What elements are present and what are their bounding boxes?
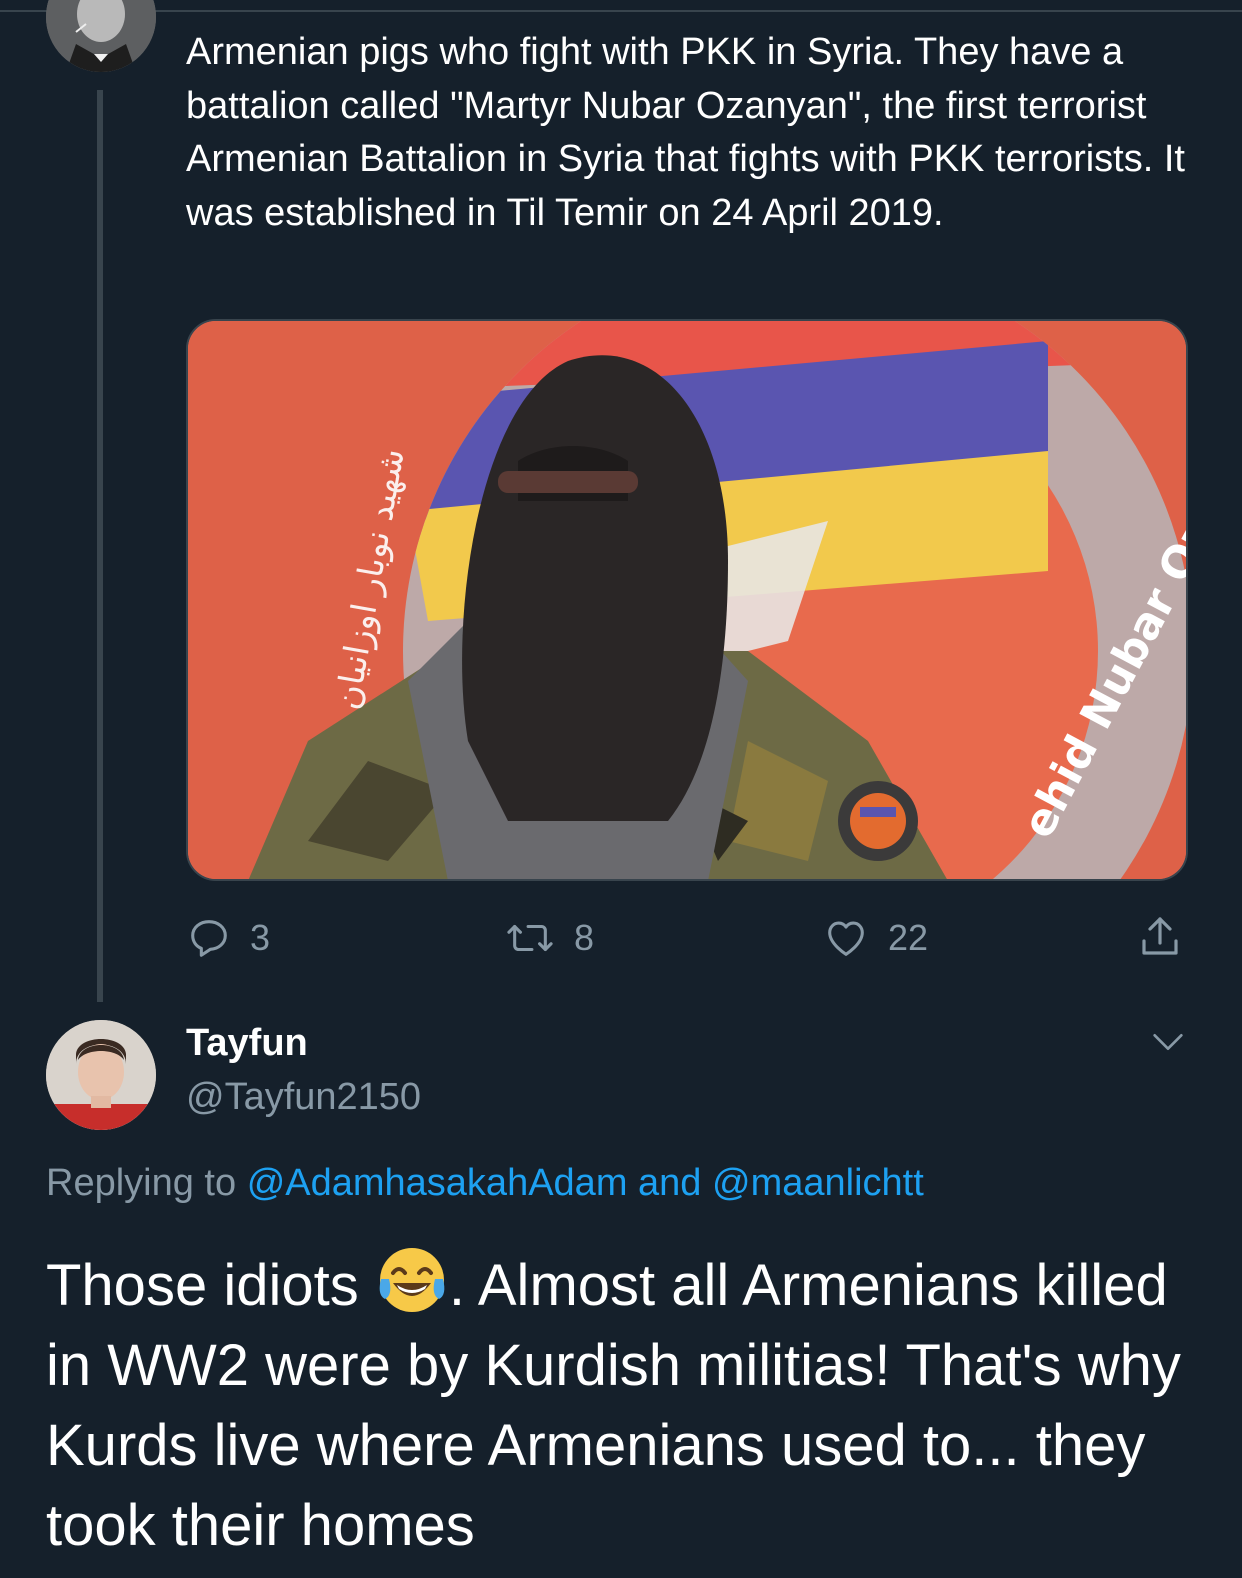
retweet-icon <box>504 915 556 961</box>
reply-count: 3 <box>250 917 271 958</box>
like-count: 22 <box>888 917 929 958</box>
mention-link[interactable]: @maanlichtt <box>712 1162 924 1204</box>
reply-icon <box>186 915 232 961</box>
tears-of-joy-emoji <box>375 1243 449 1317</box>
retweet-button[interactable]: 8 <box>504 908 594 968</box>
reply-display-name[interactable]: Tayfun <box>186 1022 308 1065</box>
reply-tweet-text: Those idiots . Almost all Armenians kill… <box>46 1243 1196 1566</box>
thread-connector <box>97 90 103 1002</box>
share-icon <box>1136 913 1184 963</box>
replying-to-line: Replying to @AdamhasakahAdam and @maanli… <box>46 1162 924 1205</box>
top-divider <box>0 10 1242 12</box>
reply-author-avatar[interactable] <box>46 1020 156 1130</box>
like-icon <box>822 915 870 961</box>
reply-handle[interactable]: @Tayfun2150 <box>186 1076 421 1119</box>
parent-tweet-text: Armenian pigs who fight with PKK in Syri… <box>186 31 1185 234</box>
reply-button[interactable]: 3 <box>186 908 270 968</box>
retweet-count: 8 <box>574 917 595 958</box>
chevron-down-icon[interactable] <box>1148 1022 1188 1067</box>
like-button[interactable]: 22 <box>822 908 928 968</box>
tweet-actions: 3 8 22 <box>186 908 1196 968</box>
replying-and: and <box>638 1162 702 1204</box>
reply-text-part-1: Those idiots <box>46 1253 359 1318</box>
mention-link[interactable]: @AdamhasakahAdam <box>247 1162 628 1204</box>
share-button[interactable] <box>1136 908 1184 968</box>
parent-author-avatar[interactable] <box>46 0 156 72</box>
tweet-photo[interactable]: ehid Nubar Ozanyan شهيد نوبار اوزانيان <box>186 319 1188 881</box>
replying-prefix: Replying to <box>46 1162 237 1204</box>
